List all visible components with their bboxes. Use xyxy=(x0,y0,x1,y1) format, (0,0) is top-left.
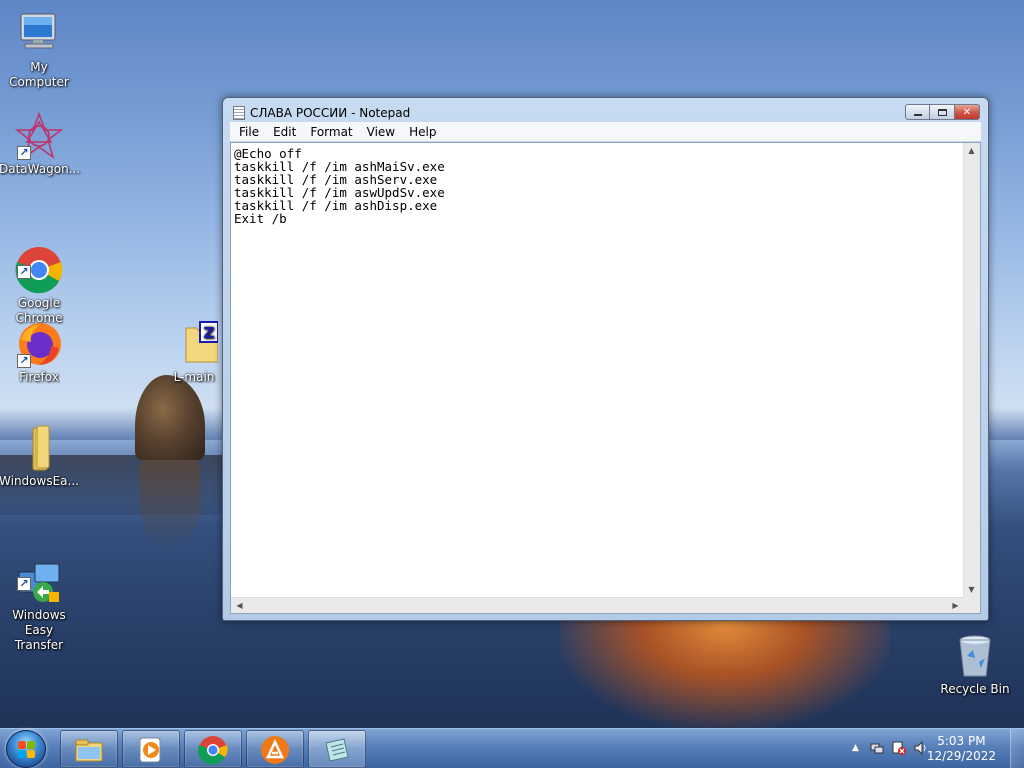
datawagon-icon: ↗ xyxy=(14,111,64,160)
desktop-icon-datawagon[interactable]: ↗ DataWagon... xyxy=(0,111,81,177)
desktop-icon-windows-easy-transfer[interactable]: ↗ Windows Easy Transfer xyxy=(0,528,79,668)
desktop-icon-label: Windows Easy Transfer xyxy=(12,608,66,652)
close-icon: ✕ xyxy=(962,106,972,118)
close-button[interactable]: ✕ xyxy=(955,104,980,120)
desktop: My Computer ↗ DataWagon... ↗ Google Chro… xyxy=(0,0,1024,728)
maximize-icon xyxy=(937,108,947,116)
notepad-window[interactable]: СЛАВА РОССИИ - Notepad ✕ File Edit Forma… xyxy=(222,97,989,621)
show-hidden-icons-icon[interactable]: ▲ xyxy=(852,743,859,753)
firefox-icon: ↗ xyxy=(15,320,63,368)
notepad-icon xyxy=(325,738,349,762)
clock[interactable]: 5:03 PM 12/29/2022 xyxy=(927,734,996,764)
taskbar-notepad-button[interactable] xyxy=(308,730,366,768)
horizontal-scrollbar[interactable]: ◀ ▶ xyxy=(231,597,964,613)
folder-icon xyxy=(15,424,63,472)
shortcut-arrow-icon: ↗ xyxy=(17,577,31,591)
scroll-down-icon[interactable]: ▼ xyxy=(963,582,980,598)
desktop-icon-my-computer[interactable]: My Computer xyxy=(0,10,79,90)
shortcut-arrow-icon: ↗ xyxy=(17,354,31,368)
easy-transfer-icon: ↗ xyxy=(15,543,63,602)
wallpaper-rock-reflection xyxy=(140,460,200,550)
vertical-scrollbar[interactable]: ▲ ▼ xyxy=(963,143,980,598)
clock-time: 5:03 PM xyxy=(937,734,986,748)
window-controls: ✕ xyxy=(905,104,980,122)
maximize-button[interactable] xyxy=(930,104,955,120)
scroll-right-icon[interactable]: ▶ xyxy=(947,598,964,614)
desktop-icon-recycle-bin[interactable]: Recycle Bin xyxy=(935,632,1015,697)
chrome-icon xyxy=(198,736,228,765)
start-button[interactable] xyxy=(6,730,46,768)
menu-bar: File Edit Format View Help xyxy=(230,122,981,141)
menu-view[interactable]: View xyxy=(360,125,402,139)
notepad-titlebar[interactable]: СЛАВА РОССИИ - Notepad ✕ xyxy=(223,98,988,124)
menu-edit[interactable]: Edit xyxy=(266,125,303,139)
network-icon[interactable] xyxy=(870,741,884,755)
window-title: СЛАВА РОССИИ - Notepad xyxy=(250,106,411,120)
recycle-bin-icon xyxy=(951,632,999,680)
minimize-icon xyxy=(913,113,922,116)
svg-text:Z: Z xyxy=(204,324,215,342)
menu-help[interactable]: Help xyxy=(402,125,443,139)
taskbar-explorer-button[interactable] xyxy=(60,730,118,768)
chrome-icon: ↗ xyxy=(15,231,63,294)
desktop-icon-firefox[interactable]: ↗ Firefox xyxy=(0,320,79,385)
desktop-icon-windowsea-folder[interactable]: WindowsEa... xyxy=(0,424,79,489)
app-icon xyxy=(261,736,289,764)
file-explorer-icon xyxy=(75,739,103,762)
shortcut-arrow-icon: ↗ xyxy=(17,265,31,279)
taskbar-chrome-button[interactable] xyxy=(184,730,242,768)
taskbar-app-button[interactable] xyxy=(246,730,304,768)
menu-format[interactable]: Format xyxy=(303,125,359,139)
zip-folder-icon: Z xyxy=(170,320,219,368)
notepad-icon xyxy=(233,106,245,120)
taskbar: ▲ 5:03 PM 12/29/2022 xyxy=(0,728,1024,768)
system-tray: ▲ 5:03 PM 12/29/2022 xyxy=(844,729,1024,768)
desktop-icon-label: DataWagon... xyxy=(0,162,81,176)
minimize-button[interactable] xyxy=(905,104,930,120)
scroll-up-icon[interactable]: ▲ xyxy=(963,143,980,159)
text-editor: @Echo off taskkill /f /im ashMaiSv.exe t… xyxy=(230,142,981,614)
taskbar-media-player-button[interactable] xyxy=(122,730,180,768)
desktop-icon-label: My Computer xyxy=(9,60,69,89)
menu-file[interactable]: File xyxy=(232,125,266,139)
media-player-icon xyxy=(139,737,161,763)
clock-date: 12/29/2022 xyxy=(926,749,996,763)
wallpaper-rock xyxy=(135,375,205,460)
scroll-left-icon[interactable]: ◀ xyxy=(231,598,248,614)
desktop-icon-label: Firefox xyxy=(19,370,59,384)
show-desktop-button[interactable] xyxy=(1010,729,1024,768)
shortcut-arrow-icon: ↗ xyxy=(17,146,31,160)
desktop-icon-label: WindowsEa... xyxy=(0,474,79,488)
scrollbar-corner xyxy=(963,597,980,613)
windows-logo-icon xyxy=(18,741,36,759)
action-center-icon[interactable] xyxy=(892,741,906,755)
editor-content[interactable]: @Echo off taskkill /f /im ashMaiSv.exe t… xyxy=(233,145,965,599)
desktop-icon-label: Recycle Bin xyxy=(940,682,1010,696)
computer-icon xyxy=(15,10,63,58)
